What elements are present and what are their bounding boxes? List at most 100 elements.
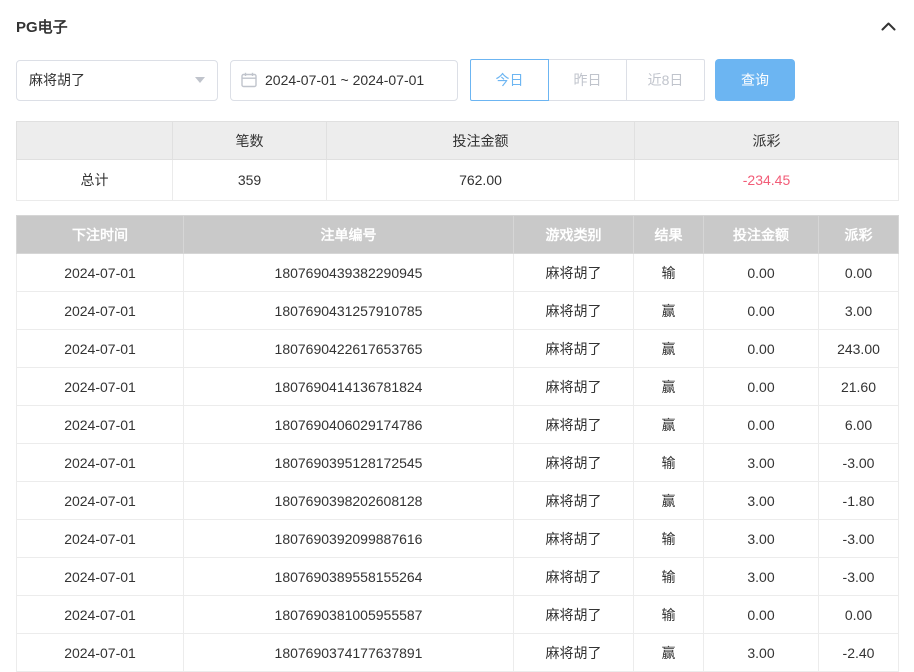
cell-payout: 0.00: [819, 254, 899, 292]
cell-game-type: 麻将胡了: [514, 368, 634, 406]
summary-header-count: 笔数: [173, 122, 327, 160]
cell-result: 赢: [634, 406, 704, 444]
col-header-payout: 派彩: [819, 216, 899, 254]
cell-result: 输: [634, 254, 704, 292]
table-row: 2024-07-01 1807690395128172545 麻将胡了 输 3.…: [17, 444, 899, 482]
summary-total-bet-amount: 762.00: [327, 160, 635, 201]
cell-bet-time: 2024-07-01: [17, 558, 184, 596]
cell-bet-time: 2024-07-01: [17, 292, 184, 330]
cell-bet-amount: 3.00: [704, 558, 819, 596]
cell-payout: -3.00: [819, 444, 899, 482]
col-header-bet-amount: 投注金额: [704, 216, 819, 254]
game-select-value: 麻将胡了: [29, 70, 85, 90]
cell-result: 输: [634, 444, 704, 482]
cell-result: 输: [634, 558, 704, 596]
pg-games-panel: PG电子 麻将胡了 2024-07-01 ~ 2024-07-01 今日 昨日 …: [0, 0, 914, 672]
cell-game-type: 麻将胡了: [514, 444, 634, 482]
cell-order-number: 1807690422617653765: [184, 330, 514, 368]
cell-game-type: 麻将胡了: [514, 406, 634, 444]
cell-result: 赢: [634, 482, 704, 520]
quick-range-group: 今日 昨日 近8日: [470, 59, 705, 101]
table-row: 2024-07-01 1807690398202608128 麻将胡了 赢 3.…: [17, 482, 899, 520]
cell-bet-amount: 0.00: [704, 330, 819, 368]
cell-order-number: 1807690395128172545: [184, 444, 514, 482]
summary-header-blank: [17, 122, 173, 160]
cell-bet-time: 2024-07-01: [17, 520, 184, 558]
chevron-down-icon: [195, 77, 205, 83]
summary-table: 笔数 投注金额 派彩 总计 359 762.00 -234.45: [16, 121, 899, 201]
summary-header-payout: 派彩: [635, 122, 899, 160]
cell-bet-time: 2024-07-01: [17, 330, 184, 368]
summary-header-row: 笔数 投注金额 派彩: [17, 122, 899, 160]
today-button[interactable]: 今日: [470, 59, 549, 101]
cell-bet-time: 2024-07-01: [17, 406, 184, 444]
cell-result: 赢: [634, 330, 704, 368]
col-header-game-type: 游戏类别: [514, 216, 634, 254]
cell-bet-time: 2024-07-01: [17, 444, 184, 482]
table-row: 2024-07-01 1807690406029174786 麻将胡了 赢 0.…: [17, 406, 899, 444]
cell-payout: 6.00: [819, 406, 899, 444]
cell-game-type: 麻将胡了: [514, 254, 634, 292]
cell-payout: 243.00: [819, 330, 899, 368]
cell-bet-time: 2024-07-01: [17, 482, 184, 520]
col-header-result: 结果: [634, 216, 704, 254]
cell-bet-amount: 3.00: [704, 444, 819, 482]
summary-total-row: 总计 359 762.00 -234.45: [17, 160, 899, 201]
yesterday-button[interactable]: 昨日: [548, 59, 627, 101]
table-row: 2024-07-01 1807690389558155264 麻将胡了 输 3.…: [17, 558, 899, 596]
cell-game-type: 麻将胡了: [514, 596, 634, 634]
cell-payout: -3.00: [819, 558, 899, 596]
cell-order-number: 1807690431257910785: [184, 292, 514, 330]
col-header-order-number: 注单编号: [184, 216, 514, 254]
cell-bet-time: 2024-07-01: [17, 596, 184, 634]
records-tbody: 2024-07-01 1807690439382290945 麻将胡了 输 0.…: [17, 254, 899, 672]
cell-bet-time: 2024-07-01: [17, 254, 184, 292]
cell-bet-amount: 0.00: [704, 368, 819, 406]
cell-result: 赢: [634, 368, 704, 406]
calendar-icon: [241, 72, 257, 88]
cell-bet-amount: 3.00: [704, 520, 819, 558]
cell-result: 赢: [634, 292, 704, 330]
table-row: 2024-07-01 1807690392099887616 麻将胡了 输 3.…: [17, 520, 899, 558]
table-row: 2024-07-01 1807690381005955587 麻将胡了 输 0.…: [17, 596, 899, 634]
cell-bet-amount: 0.00: [704, 406, 819, 444]
table-row: 2024-07-01 1807690439382290945 麻将胡了 输 0.…: [17, 254, 899, 292]
cell-order-number: 1807690406029174786: [184, 406, 514, 444]
cell-result: 输: [634, 596, 704, 634]
records-table: 下注时间 注单编号 游戏类别 结果 投注金额 派彩 2024-07-01 180…: [16, 215, 899, 672]
cell-game-type: 麻将胡了: [514, 520, 634, 558]
date-range-input[interactable]: 2024-07-01 ~ 2024-07-01: [230, 60, 458, 101]
table-row: 2024-07-01 1807690422617653765 麻将胡了 赢 0.…: [17, 330, 899, 368]
page-title: PG电子: [16, 16, 68, 37]
cell-order-number: 1807690398202608128: [184, 482, 514, 520]
cell-bet-amount: 3.00: [704, 482, 819, 520]
cell-result: 输: [634, 520, 704, 558]
cell-order-number: 1807690392099887616: [184, 520, 514, 558]
cell-game-type: 麻将胡了: [514, 330, 634, 368]
cell-bet-time: 2024-07-01: [17, 368, 184, 406]
panel-header: PG电子: [16, 16, 898, 37]
cell-game-type: 麻将胡了: [514, 292, 634, 330]
filter-bar: 麻将胡了 2024-07-01 ~ 2024-07-01 今日 昨日 近8日 查…: [16, 59, 898, 101]
col-header-bet-time: 下注时间: [17, 216, 184, 254]
cell-bet-amount: 0.00: [704, 254, 819, 292]
cell-bet-amount: 0.00: [704, 292, 819, 330]
date-range-value: 2024-07-01 ~ 2024-07-01: [265, 72, 424, 88]
cell-payout: -1.80: [819, 482, 899, 520]
table-row: 2024-07-01 1807690414136781824 麻将胡了 赢 0.…: [17, 368, 899, 406]
table-row: 2024-07-01 1807690431257910785 麻将胡了 赢 0.…: [17, 292, 899, 330]
cell-order-number: 1807690381005955587: [184, 596, 514, 634]
game-select[interactable]: 麻将胡了: [16, 60, 218, 101]
summary-total-count: 359: [173, 160, 327, 201]
summary-header-bet-amount: 投注金额: [327, 122, 635, 160]
collapse-chevron-up-icon[interactable]: [879, 20, 898, 33]
summary-total-payout: -234.45: [635, 160, 899, 201]
summary-total-label: 总计: [17, 160, 173, 201]
search-button[interactable]: 查询: [715, 59, 795, 101]
records-header-row: 下注时间 注单编号 游戏类别 结果 投注金额 派彩: [17, 216, 899, 254]
cell-order-number: 1807690389558155264: [184, 558, 514, 596]
cell-game-type: 麻将胡了: [514, 482, 634, 520]
last-8-days-button[interactable]: 近8日: [626, 59, 705, 101]
cell-payout: 0.00: [819, 596, 899, 634]
cell-payout: 3.00: [819, 292, 899, 330]
